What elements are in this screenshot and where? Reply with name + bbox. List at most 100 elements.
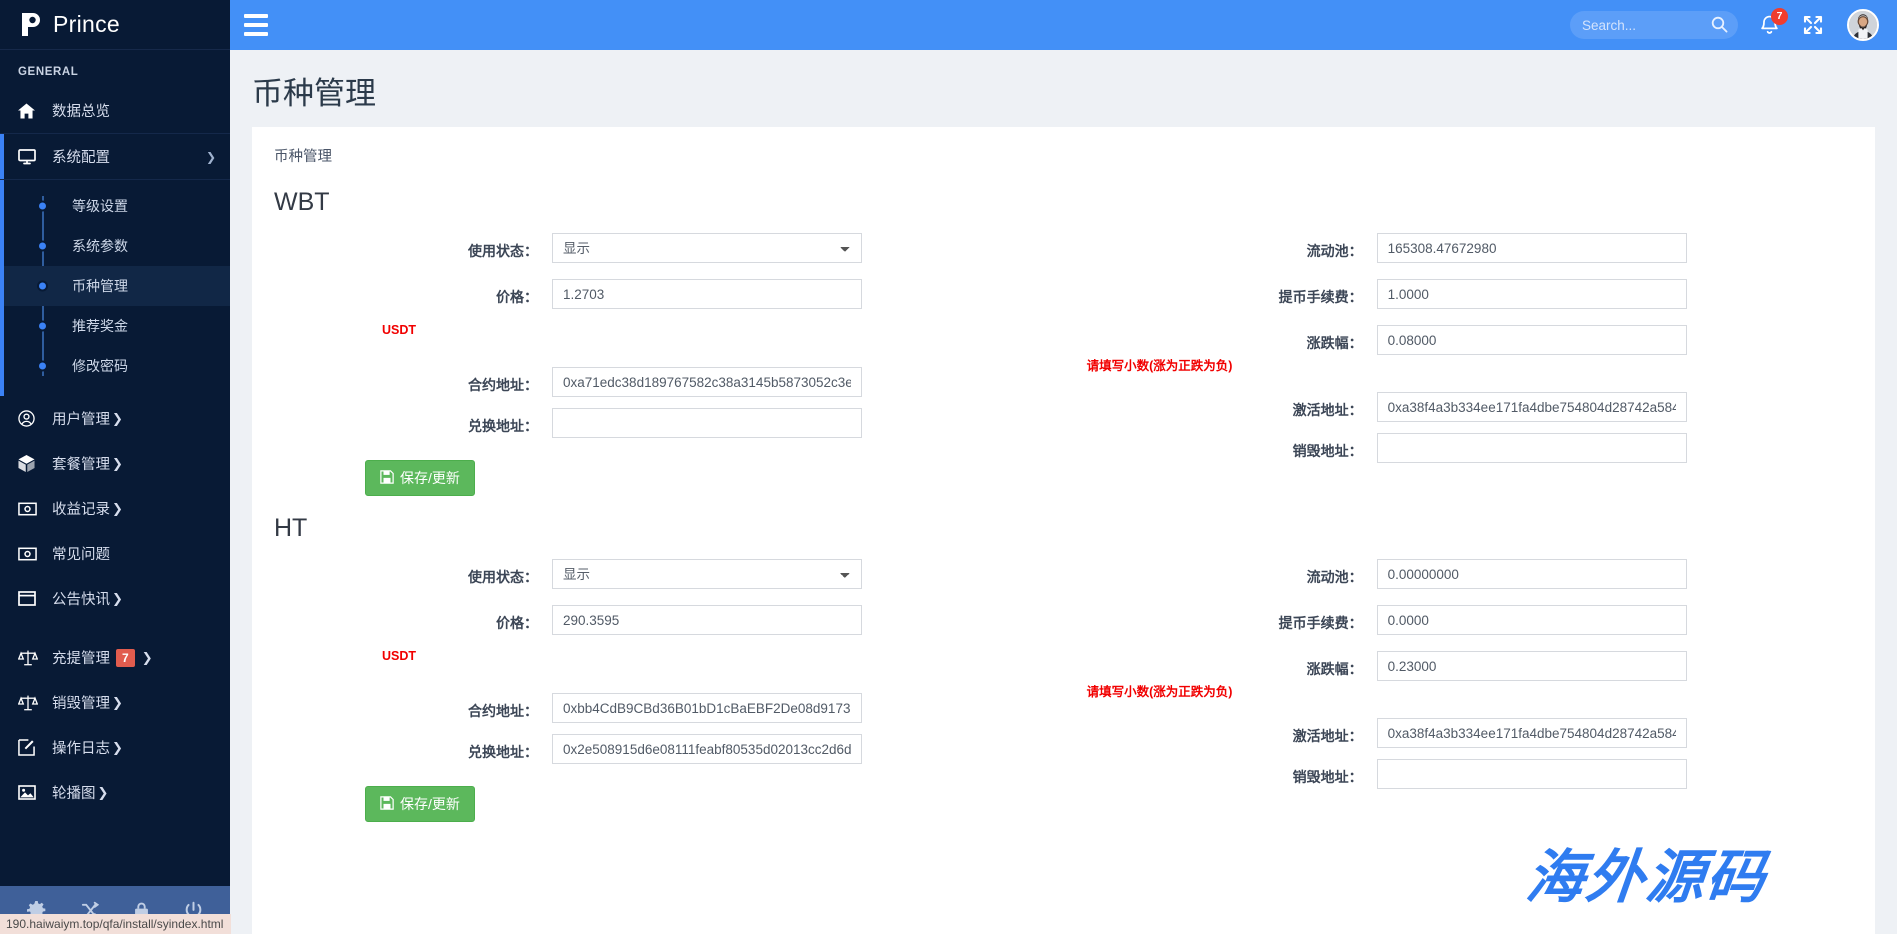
sidebar-subitem-referral-bonus[interactable]: 推荐奖金 — [4, 306, 230, 346]
pool-input[interactable] — [1377, 559, 1687, 589]
sidebar-item-burn-management[interactable]: 销毁管理 ❯ — [0, 680, 230, 725]
expand-arrows-icon[interactable] — [1803, 15, 1823, 35]
status-select[interactable]: 显示 — [552, 233, 862, 263]
coin-form-ht: 使用状态： 显示 价格： USDT — [252, 543, 1875, 822]
chevron-right-icon: ❯ — [112, 740, 123, 756]
status-bar-url: 190.haiwaiym.top/qfa/install/syindex.htm… — [0, 914, 231, 934]
sidebar-item-announcements[interactable]: 公告快讯 ❯ — [0, 576, 230, 621]
withdraw-fee-input[interactable] — [1377, 279, 1687, 309]
chevron-right-icon: ❯ — [112, 501, 123, 517]
sidebar-subitem-system-params[interactable]: 系统参数 — [4, 226, 230, 266]
field-row-burn-address: 销毁地址： — [1087, 433, 1857, 463]
field-row-activate-address: 激活地址： — [1087, 718, 1857, 748]
field-label-pool: 流动池： — [1087, 559, 1377, 587]
field-label-withdraw-fee: 提币手续费： — [1087, 279, 1377, 307]
sidebar-subitem-level-settings[interactable]: 等级设置 — [4, 186, 230, 226]
activate-address-input[interactable] — [1377, 718, 1687, 748]
sidebar-spacer — [0, 621, 230, 635]
field-row-price: 价格： USDT — [252, 605, 1087, 635]
exchange-address-input[interactable] — [552, 734, 862, 764]
sidebar-item-system-config[interactable]: 系统配置 ❯ — [0, 133, 230, 180]
field-row-change-pct: 涨跌幅： 请填写小数(涨为正跌为负) — [1087, 651, 1857, 681]
sidebar-subitem-label: 推荐奖金 — [72, 316, 128, 336]
sidebar: Prince GENERAL 数据总览 系统配置 ❯ 等级设置 系 — [0, 0, 230, 934]
field-label-exchange-address: 兑换地址： — [252, 734, 552, 762]
chevron-right-icon: ❯ — [112, 695, 123, 711]
sidebar-item-income-records[interactable]: 收益记录 ❯ — [0, 486, 230, 531]
bullet-dot-icon — [37, 321, 48, 332]
coin-section-title: HT — [252, 496, 1875, 543]
sidebar-subitem-label: 修改密码 — [72, 356, 128, 376]
money-bill-icon — [18, 502, 40, 516]
window-icon — [18, 591, 40, 606]
search-icon[interactable] — [1711, 16, 1728, 38]
contract-address-input[interactable] — [552, 367, 862, 397]
sidebar-subitem-change-password[interactable]: 修改密码 — [4, 346, 230, 386]
burn-address-input[interactable] — [1377, 759, 1687, 789]
avatar[interactable] — [1847, 9, 1879, 41]
sidebar-item-dashboard[interactable]: 数据总览 — [0, 88, 230, 133]
sidebar-item-label: 收益记录 — [52, 498, 110, 519]
sidebar-item-label: 充提管理 — [52, 647, 110, 668]
save-button[interactable]: 保存/更新 — [365, 786, 475, 822]
coin-form-right-column: 流动池： 提币手续费： 涨跌幅： — [1087, 217, 1857, 496]
sidebar-item-deposit-withdraw[interactable]: 充提管理 7 ❯ — [0, 635, 230, 680]
search-box[interactable] — [1570, 11, 1738, 39]
chevron-down-icon: ❯ — [206, 150, 216, 164]
usdt-hint-label: USDT — [382, 649, 416, 663]
topbar: 7 — [230, 0, 1897, 50]
sidebar-item-label: 系统配置 — [52, 146, 110, 167]
notifications-button[interactable]: 7 — [1760, 15, 1779, 36]
money-bill-icon — [18, 547, 40, 561]
edit-square-icon — [18, 739, 40, 756]
field-row-pool: 流动池： — [1087, 559, 1857, 589]
price-input[interactable] — [552, 605, 862, 635]
exchange-address-input[interactable] — [552, 408, 862, 438]
balance-scale-icon — [18, 649, 40, 666]
home-icon — [18, 103, 40, 119]
sidebar-item-user-management[interactable]: 用户管理 ❯ — [0, 396, 230, 441]
sidebar-item-faq[interactable]: 常见问题 — [0, 531, 230, 576]
status-select[interactable]: 显示 — [552, 559, 862, 589]
field-row-contract-address: 合约地址： — [252, 367, 1087, 397]
bullet-dot-icon — [37, 281, 48, 292]
burn-address-input[interactable] — [1377, 433, 1687, 463]
field-row-exchange-address: 兑换地址： — [252, 734, 1087, 764]
contract-address-input[interactable] — [552, 693, 862, 723]
field-row-activate-address: 激活地址： — [1087, 392, 1857, 422]
sidebar-submenu-system-config: 等级设置 系统参数 币种管理 推荐奖金 修改密码 — [0, 180, 230, 396]
field-row-withdraw-fee: 提币手续费： — [1087, 605, 1857, 635]
field-label-contract-address: 合约地址： — [252, 693, 552, 721]
brand-name: Prince — [53, 11, 120, 38]
floppy-save-icon — [380, 470, 394, 487]
field-label-exchange-address: 兑换地址： — [252, 408, 552, 436]
coin-form-left-column: 使用状态： 显示 价格： USDT — [252, 543, 1087, 822]
sidebar-item-label: 用户管理 — [52, 408, 110, 429]
prince-p-logo-icon — [18, 11, 44, 39]
change-pct-input[interactable] — [1377, 651, 1687, 681]
main-area: 7 币种管理 币种管理 — [230, 0, 1897, 934]
pool-input[interactable] — [1377, 233, 1687, 263]
sidebar-item-operation-log[interactable]: 操作日志 ❯ — [0, 725, 230, 770]
hamburger-icon[interactable] — [230, 0, 282, 50]
sidebar-item-package-management[interactable]: 套餐管理 ❯ — [0, 441, 230, 486]
coin-form-right-column: 流动池： 提币手续费： 涨跌幅： — [1087, 543, 1857, 822]
field-label-status: 使用状态： — [252, 559, 552, 587]
price-input[interactable] — [552, 279, 862, 309]
activate-address-input[interactable] — [1377, 392, 1687, 422]
save-button-label: 保存/更新 — [400, 794, 460, 814]
field-label-pool: 流动池： — [1087, 233, 1377, 261]
watermark: 海外源码 — [1523, 830, 1772, 914]
search-input[interactable] — [1582, 18, 1710, 33]
withdraw-fee-input[interactable] — [1377, 605, 1687, 635]
chevron-right-icon: ❯ — [112, 456, 123, 472]
sidebar-item-label: 数据总览 — [52, 100, 110, 121]
user-circle-icon — [18, 410, 40, 427]
brand-header[interactable]: Prince — [0, 0, 230, 50]
field-label-change-pct: 涨跌幅： — [1087, 325, 1377, 353]
sidebar-section-label: GENERAL — [0, 50, 230, 88]
change-pct-input[interactable] — [1377, 325, 1687, 355]
sidebar-subitem-coin-management[interactable]: 币种管理 — [4, 266, 230, 306]
save-button[interactable]: 保存/更新 — [365, 460, 475, 496]
sidebar-item-carousel[interactable]: 轮播图 ❯ — [0, 770, 230, 815]
